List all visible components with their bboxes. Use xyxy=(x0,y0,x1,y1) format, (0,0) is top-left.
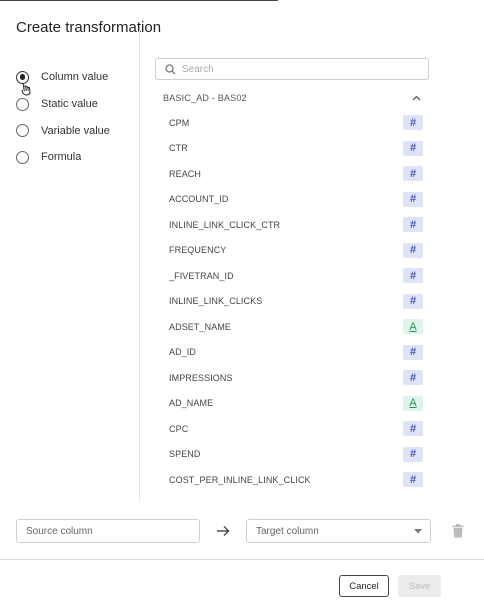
top-divider xyxy=(0,0,278,1)
radio-button[interactable] xyxy=(16,97,29,111)
trash-icon[interactable] xyxy=(452,524,464,538)
radio-variable-value[interactable]: Variable value xyxy=(16,117,110,144)
number-type-icon: # xyxy=(403,344,423,360)
radio-formula[interactable]: Formula xyxy=(16,144,110,171)
number-type-icon: # xyxy=(403,268,423,284)
value-type-radio-group: Column value Static value Variable value… xyxy=(16,64,110,171)
search-input[interactable] xyxy=(182,63,402,75)
column-list: CPM # CTR # REACH # ACCOUNT_ID # INLINE_LINK_CLI… xyxy=(155,110,427,493)
column-name: CPC xyxy=(169,423,189,434)
chevron-up-icon[interactable] xyxy=(412,95,421,101)
column-name: SPEND xyxy=(169,449,201,460)
column-list-item[interactable]: CPC # xyxy=(155,416,427,442)
column-list-item[interactable]: INLINE_LINK_CLICK_CTR # xyxy=(155,212,427,238)
radio-button[interactable] xyxy=(16,124,29,138)
number-type-icon: # xyxy=(403,115,423,131)
search-icon xyxy=(165,63,176,74)
search-box[interactable] xyxy=(155,58,429,80)
radio-label: Static value xyxy=(41,98,98,111)
number-type-icon: # xyxy=(403,370,423,386)
column-list-item[interactable]: COST_PER_INLINE_LINK_CLICK # xyxy=(155,467,427,493)
column-list-item[interactable]: CTR # xyxy=(155,136,427,162)
column-name: FREQUENCY xyxy=(169,245,227,256)
column-list-item[interactable]: FREQUENCY # xyxy=(155,238,427,264)
column-name: REACH xyxy=(169,168,202,179)
column-name: IMPRESSIONS xyxy=(169,372,233,383)
number-type-icon: # xyxy=(403,217,423,233)
column-group-title: BASIC_AD - BAS02 xyxy=(163,93,247,103)
number-type-icon: # xyxy=(403,166,423,182)
caret-down-icon xyxy=(414,528,422,533)
number-type-icon: # xyxy=(403,421,423,437)
radio-label: Column value xyxy=(41,71,109,84)
column-list-item[interactable]: REACH # xyxy=(155,161,427,187)
save-button[interactable]: Save xyxy=(398,575,441,597)
column-list-item[interactable]: CPM # xyxy=(155,110,427,136)
column-list-item[interactable]: _FIVETRAN_ID # xyxy=(155,263,427,289)
source-column-input[interactable] xyxy=(16,519,200,543)
column-name: AD_ID xyxy=(169,347,197,358)
column-list-item[interactable]: IMPRESSIONS # xyxy=(155,365,427,391)
text-type-icon: A xyxy=(403,395,423,411)
radio-button[interactable] xyxy=(16,150,29,164)
radio-label: Formula xyxy=(41,151,82,164)
column-name: CTR xyxy=(169,143,188,154)
column-group-header[interactable]: BASIC_AD - BAS02 xyxy=(163,91,421,105)
number-type-icon: # xyxy=(403,191,423,207)
column-name: ADSET_NAME xyxy=(169,321,232,332)
column-list-item[interactable]: SPEND # xyxy=(155,442,427,468)
column-list-item[interactable]: ACCOUNT_ID # xyxy=(155,187,427,213)
column-list-item[interactable]: AD_NAME A xyxy=(155,391,427,417)
number-type-icon: # xyxy=(403,472,423,488)
column-name: COST_PER_INLINE_LINK_CLICK xyxy=(169,474,311,485)
target-column-placeholder: Target column xyxy=(256,525,319,537)
text-type-icon: A xyxy=(403,319,423,335)
radio-label: Variable value xyxy=(41,124,110,137)
target-column-select[interactable]: Target column xyxy=(246,519,431,543)
column-name: _FIVETRAN_ID xyxy=(169,270,234,281)
number-type-icon: # xyxy=(403,293,423,309)
number-type-icon: # xyxy=(403,446,423,462)
column-name: INLINE_LINK_CLICK_CTR xyxy=(169,219,281,230)
column-name: CPM xyxy=(169,117,190,128)
arrow-right-icon xyxy=(217,526,230,536)
column-name: ACCOUNT_ID xyxy=(169,194,229,205)
number-type-icon: # xyxy=(403,140,423,156)
column-name: INLINE_LINK_CLICKS xyxy=(169,296,263,307)
column-list-item[interactable]: ADSET_NAME A xyxy=(155,314,427,340)
cancel-button[interactable]: Cancel xyxy=(339,575,389,597)
column-name: AD_NAME xyxy=(169,398,214,409)
number-type-icon: # xyxy=(403,242,423,258)
footer-divider xyxy=(0,559,484,560)
panel-divider xyxy=(139,30,140,500)
column-list-item[interactable]: AD_ID # xyxy=(155,340,427,366)
column-list-item[interactable]: INLINE_LINK_CLICKS # xyxy=(155,289,427,315)
